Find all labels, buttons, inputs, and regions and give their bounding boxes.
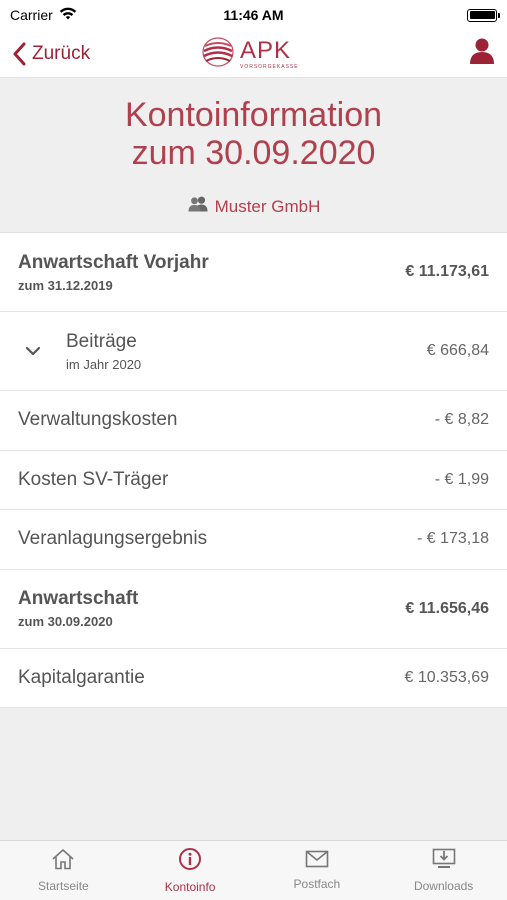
tab-label: Startseite — [38, 879, 89, 893]
list-row-anwartschaft-vorjahr: Anwartschaft Vorjahr zum 31.12.2019 € 11… — [0, 233, 507, 312]
row-value: € 11.173,61 — [405, 263, 489, 280]
account-info-list: Anwartschaft Vorjahr zum 31.12.2019 € 11… — [0, 232, 507, 708]
tab-label: Postfach — [293, 877, 341, 891]
row-value: € 11.656,46 — [405, 599, 489, 617]
tab-label: Kontoinfo — [164, 880, 216, 894]
tab-postfach[interactable]: Postfach — [254, 841, 381, 900]
tab-bar: Startseite Kontoinfo Postfach Downloads — [0, 840, 507, 900]
row-label: Beiträge — [66, 330, 137, 352]
list-row-verwaltungskosten: Verwaltungskosten - € 8,82 — [0, 391, 507, 451]
download-icon — [432, 848, 456, 873]
row-label: Veranlagungsergebnis — [18, 528, 208, 550]
chevron-down-icon[interactable] — [18, 346, 48, 356]
tab-label: Downloads — [413, 879, 474, 893]
navigation-bar: Zurück APK VORSORGEKASSE — [0, 30, 507, 78]
back-label: Zurück — [32, 42, 91, 64]
list-row-kapitalgarantie: Kapitalgarantie € 10.353,69 — [0, 648, 507, 708]
list-row-kosten-sv-traeger: Kosten SV-Träger - € 1,99 — [0, 450, 507, 510]
company-label: Muster GmbH — [0, 196, 507, 217]
tab-startseite[interactable]: Startseite — [0, 841, 127, 900]
logo-text: APK — [240, 37, 292, 64]
row-sublabel: im Jahr 2020 — [66, 356, 142, 372]
tab-downloads[interactable]: Downloads — [380, 841, 507, 900]
battery-icon — [467, 8, 500, 22]
list-row-veranlagungsergebnis: Veranlagungsergebnis - € 173,18 — [0, 510, 507, 570]
row-value: - € 1,99 — [434, 470, 489, 488]
row-sublabel: zum 31.12.2019 — [18, 277, 113, 293]
logo-subtext: VORSORGEKASSE — [240, 64, 299, 70]
list-row-beitraege[interactable]: Beiträge im Jahr 2020 € 666,84 — [0, 312, 507, 391]
row-label: Kosten SV-Träger — [18, 468, 169, 490]
page-header: Kontoinformation zum 30.09.2020 Muster G… — [0, 78, 507, 232]
page-title: Kontoinformation zum 30.09.2020 — [0, 78, 507, 172]
info-icon — [178, 847, 202, 874]
user-profile-button[interactable] — [469, 37, 495, 70]
page-title-line2: zum 30.09.2020 — [131, 134, 376, 172]
user-icon — [469, 38, 495, 69]
home-icon — [51, 848, 75, 873]
chevron-left-icon — [12, 42, 26, 66]
status-left: Carrier — [10, 7, 77, 23]
carrier-label: Carrier — [10, 7, 53, 23]
wifi-icon — [59, 7, 77, 23]
row-value: - € 8,82 — [434, 411, 489, 429]
logo-globe-icon — [200, 36, 236, 73]
row-value: € 666,84 — [426, 342, 489, 359]
list-row-anwartschaft: Anwartschaft zum 30.09.2020 € 11.656,46 — [0, 569, 507, 649]
row-label: Anwartschaft Vorjahr — [18, 251, 209, 273]
row-label: Verwaltungskosten — [18, 409, 178, 431]
row-value: - € 173,18 — [416, 530, 489, 548]
row-sublabel: zum 30.09.2020 — [18, 614, 113, 629]
back-button[interactable]: Zurück — [12, 42, 90, 66]
users-icon — [187, 196, 209, 217]
status-bar: Carrier 11:46 AM — [0, 0, 507, 30]
company-name: Muster GmbH — [214, 196, 321, 216]
row-label: Kapitalgarantie — [18, 666, 145, 688]
row-label: Anwartschaft — [18, 588, 139, 609]
row-value: € 10.353,69 — [404, 668, 489, 686]
tab-kontoinfo[interactable]: Kontoinfo — [127, 841, 254, 900]
mail-icon — [305, 850, 329, 871]
apk-logo: APK VORSORGEKASSE — [200, 36, 299, 73]
page-title-line1: Kontoinformation — [124, 96, 383, 134]
